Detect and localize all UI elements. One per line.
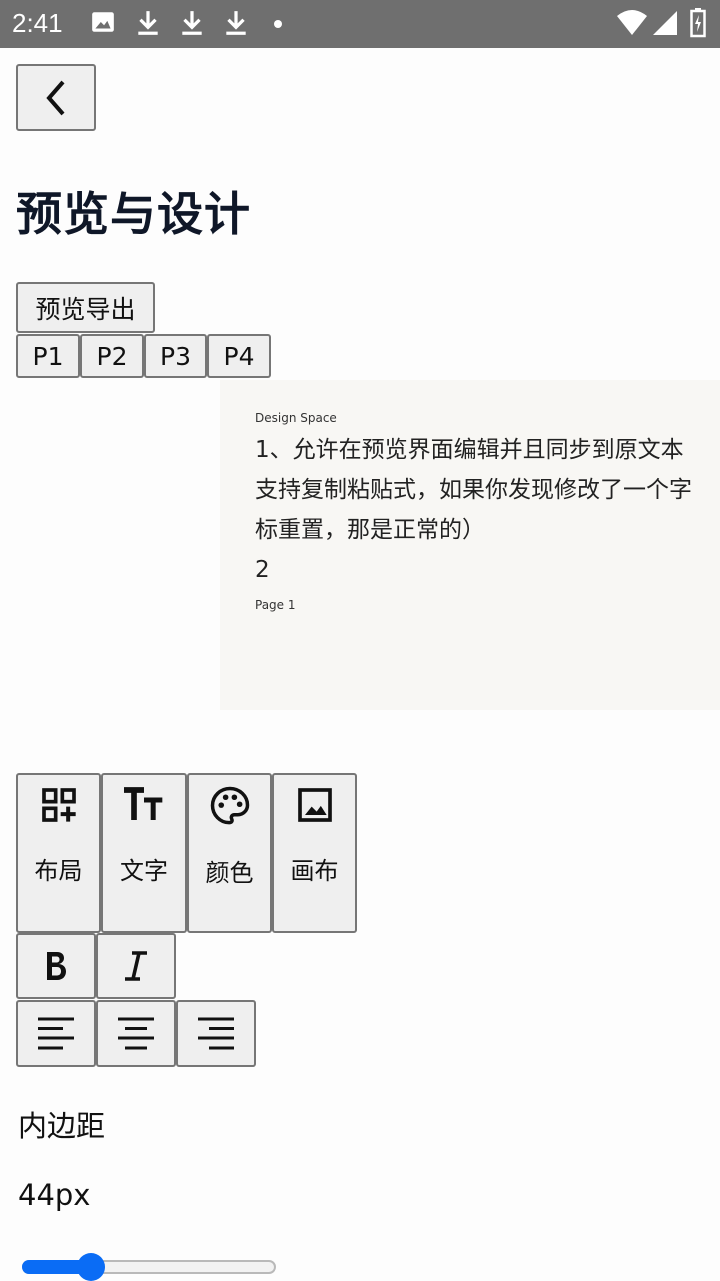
download-icon xyxy=(182,11,202,35)
tab-p2[interactable]: P2 xyxy=(80,334,144,378)
canvas-tool-button[interactable]: 画布 xyxy=(272,773,357,933)
status-bar: 2:41 xyxy=(0,0,720,48)
tool-label: 布局 xyxy=(34,857,83,885)
italic-button[interactable] xyxy=(96,933,176,999)
align-right-button[interactable] xyxy=(176,1000,256,1067)
align-left-icon xyxy=(38,1017,74,1049)
tab-p3[interactable]: P3 xyxy=(144,334,207,378)
download-icon xyxy=(226,11,246,35)
wifi-icon xyxy=(617,10,647,35)
text-tool-button[interactable]: 文字 xyxy=(101,773,187,933)
tool-label: 画布 xyxy=(290,857,339,885)
tool-label: 文字 xyxy=(120,857,168,885)
tool-label: 颜色 xyxy=(205,859,254,887)
page-number-label: Page 1 xyxy=(255,598,296,612)
padding-label: 内边距 xyxy=(18,1109,106,1143)
align-right-icon xyxy=(198,1017,234,1049)
battery-icon xyxy=(690,8,706,38)
add-grid-icon xyxy=(41,788,76,822)
text-size-icon xyxy=(124,787,163,820)
padding-slider-thumb[interactable] xyxy=(76,1253,105,1281)
image-icon xyxy=(297,788,332,822)
bold-button[interactable] xyxy=(16,933,96,999)
preview-export-button[interactable]: 预览导出 xyxy=(16,282,155,333)
page-title: 预览与设计 xyxy=(16,187,251,241)
download-icon xyxy=(138,11,158,35)
preview-line: 支持复制粘贴式，如果你发现修改了一个字 xyxy=(255,477,692,503)
color-tool-button[interactable]: 颜色 xyxy=(187,773,272,933)
signal-icon xyxy=(653,11,677,35)
layout-tool-button[interactable]: 布局 xyxy=(16,773,101,933)
align-center-icon xyxy=(118,1017,154,1049)
tab-p1[interactable]: P1 xyxy=(16,334,80,378)
image-icon xyxy=(92,12,114,32)
chevron-left-icon xyxy=(46,80,65,115)
status-time: 2:41 xyxy=(12,8,63,38)
preview-text[interactable]: 1、允许在预览界面编辑并且同步到原文本 支持复制粘贴式，如果你发现修改了一个字 … xyxy=(255,430,720,590)
align-left-button[interactable] xyxy=(16,1000,96,1067)
back-button[interactable] xyxy=(16,64,96,131)
palette-icon xyxy=(210,786,249,825)
italic-icon xyxy=(125,951,147,981)
bold-icon xyxy=(47,952,66,980)
dot-icon xyxy=(274,20,282,28)
padding-value: 44px xyxy=(18,1178,91,1212)
preview-canvas[interactable]: Design Space 1、允许在预览界面编辑并且同步到原文本 支持复制粘贴式… xyxy=(220,380,720,710)
tab-p4[interactable]: P4 xyxy=(207,334,271,378)
preview-line: 1、允许在预览界面编辑并且同步到原文本 xyxy=(255,437,684,463)
preview-line: 2 xyxy=(255,557,270,583)
preview-line: 标重置，那是正常的） xyxy=(255,517,485,543)
design-space-label: Design Space xyxy=(255,411,337,425)
align-center-button[interactable] xyxy=(96,1000,176,1067)
